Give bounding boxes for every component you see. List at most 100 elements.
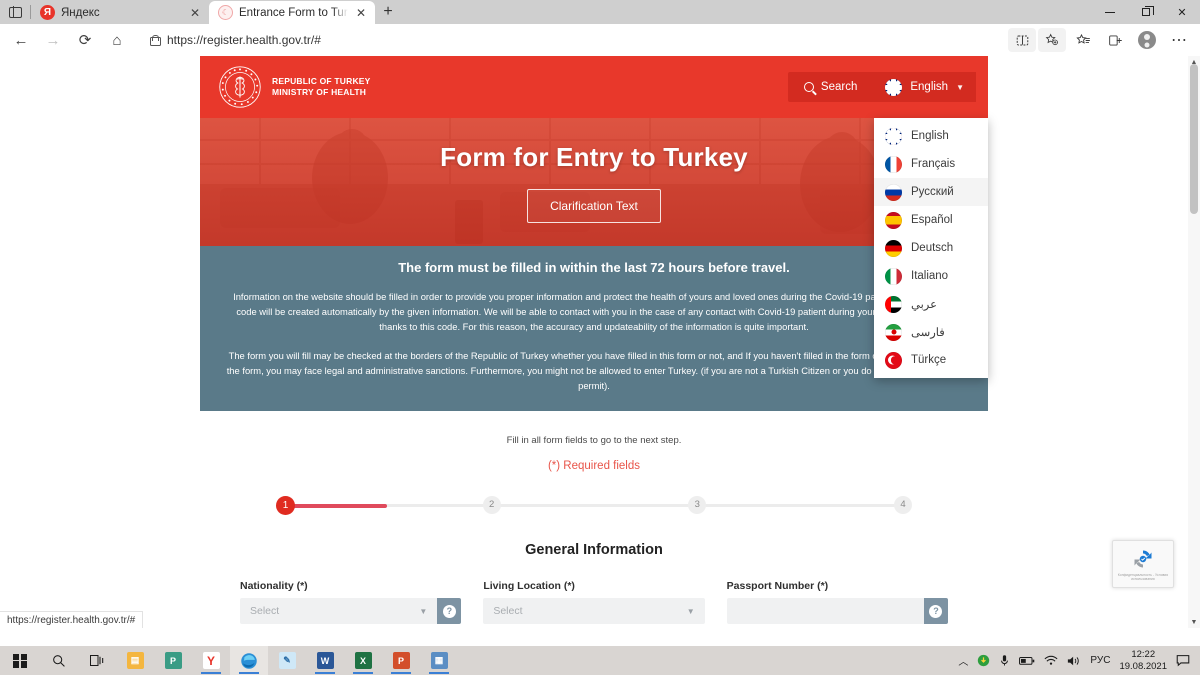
collections-icon[interactable] xyxy=(1100,26,1130,54)
uk-flag-icon xyxy=(885,78,903,96)
taskbar-search-icon[interactable] xyxy=(40,646,78,675)
info-paragraph-2: The form you will fill may be checked at… xyxy=(226,349,962,392)
profile-avatar-icon[interactable] xyxy=(1132,26,1162,54)
browser-tab-entrance-form[interactable]: ☾ Entrance Form to Turkey - Sağlık ✕ xyxy=(209,1,375,24)
taskbar-yandex-browser[interactable]: Y xyxy=(192,646,230,675)
site-logo[interactable]: REPUBLIC OF TURKEY MINISTRY OF HEALTH xyxy=(218,65,371,109)
tab-actions-icon[interactable] xyxy=(0,0,30,24)
new-tab-button[interactable]: + xyxy=(375,0,401,24)
language-option-deutsch[interactable]: Deutsch xyxy=(874,234,988,262)
taskbar-paint[interactable]: ✎ xyxy=(268,646,306,675)
field-passport-number: Passport Number (*) ? xyxy=(726,580,948,625)
favorites-icon[interactable] xyxy=(1068,26,1098,54)
passport-help-button[interactable]: ? xyxy=(923,598,948,625)
language-option-label: Italiano xyxy=(911,270,949,282)
update-icon[interactable] xyxy=(977,654,990,667)
search-label: Search xyxy=(820,81,858,93)
search-icon xyxy=(803,82,814,92)
passport-number-input[interactable] xyxy=(726,598,924,625)
living-location-select[interactable]: Select ▼ xyxy=(483,598,705,625)
step-3[interactable]: 3 xyxy=(688,495,707,514)
taskbar-clock[interactable]: 12:22 19.08.2021 xyxy=(1119,649,1167,673)
reload-icon[interactable]: ⟳ xyxy=(70,26,100,54)
step-2[interactable]: 2 xyxy=(482,495,501,514)
language-option-turkce[interactable]: Türkçe xyxy=(874,346,988,374)
battery-icon[interactable] xyxy=(1019,656,1035,666)
page-title: Form for Entry to Turkey xyxy=(440,141,748,172)
taskbar-powerpoint[interactable]: P xyxy=(382,646,420,675)
iran-flag-icon xyxy=(885,323,902,341)
required-fields-note: (*) Required fields xyxy=(547,460,641,473)
task-view-icon[interactable] xyxy=(78,646,116,675)
field-label: Passport Number (*) xyxy=(726,580,829,593)
language-option-francais[interactable]: Français xyxy=(874,150,988,178)
scrollbar-thumb[interactable] xyxy=(1190,64,1198,214)
split-screen-icon[interactable] xyxy=(1008,28,1036,52)
language-option-label: فارسی xyxy=(911,327,945,339)
language-option-farsi[interactable]: فارسی xyxy=(874,318,988,346)
search-button[interactable]: Search xyxy=(787,72,874,102)
select-placeholder: Select xyxy=(493,605,523,618)
browser-toolbar-icons: ⋯ xyxy=(1008,26,1194,54)
step-1[interactable]: 1 xyxy=(276,495,295,515)
forward-arrow-icon[interactable]: → xyxy=(38,26,68,54)
form-stepper: 1 2 3 4 xyxy=(276,494,912,516)
site-header: REPUBLIC OF TURKEY MINISTRY OF HEALTH Se… xyxy=(200,56,988,378)
taskbar-word[interactable]: W xyxy=(306,646,344,675)
window-controls: ✕ xyxy=(1092,0,1200,24)
browser-tab-yandex[interactable]: Я Яндекс ✕ xyxy=(31,1,209,24)
nationality-select[interactable]: Select ▼ xyxy=(240,598,438,625)
notifications-icon[interactable] xyxy=(1176,654,1190,667)
close-button[interactable]: ✕ xyxy=(1164,0,1200,24)
turkey-flag-icon xyxy=(885,351,902,369)
taskbar-powerpoint-teal[interactable]: P xyxy=(154,646,192,675)
language-option-arabic[interactable]: عربي xyxy=(874,290,988,318)
hero-banner: Form for Entry to Turkey Clarification T… xyxy=(200,118,988,246)
system-tray: ︿ РУС 12:22 19.08.2021 xyxy=(958,649,1200,673)
taskbar-calculator[interactable]: ▦ xyxy=(420,646,458,675)
address-bar[interactable]: https://register.health.gov.tr/# xyxy=(140,28,1000,52)
chevron-down-icon: ▼ xyxy=(956,82,964,92)
wifi-icon[interactable] xyxy=(1044,655,1058,666)
volume-icon[interactable] xyxy=(1067,655,1081,667)
back-arrow-icon[interactable]: ← xyxy=(6,26,36,54)
brand-text: REPUBLIC OF TURKEY MINISTRY OF HEALTH xyxy=(272,76,371,99)
nationality-help-button[interactable]: ? xyxy=(437,598,462,625)
step-4[interactable]: 4 xyxy=(893,495,912,514)
recaptcha-badge[interactable]: Конфиденциальность - Условия использован… xyxy=(1112,540,1174,588)
brand-line-1: REPUBLIC OF TURKEY xyxy=(272,75,371,86)
language-option-label: English xyxy=(911,130,949,142)
restore-button[interactable] xyxy=(1128,0,1164,24)
taskbar-microsoft-edge[interactable] xyxy=(230,646,268,675)
taskbar-file-explorer[interactable]: ▤ xyxy=(116,646,154,675)
field-living-location: Living Location (*) Select ▼ xyxy=(483,580,705,625)
add-favorite-icon[interactable] xyxy=(1038,28,1066,52)
france-flag-icon xyxy=(885,155,902,173)
scroll-down-arrow-icon[interactable]: ▼ xyxy=(1188,616,1200,628)
language-option-espanol[interactable]: Español xyxy=(874,206,988,234)
chevron-down-icon: ▼ xyxy=(419,606,428,616)
spain-flag-icon xyxy=(885,211,902,229)
close-tab-icon[interactable]: ✕ xyxy=(354,6,368,20)
clock-time: 12:22 xyxy=(1131,648,1156,660)
windows-taskbar: ▤ P Y ✎ W X P ▦ ︿ РУС 12:22 19.08.2021 xyxy=(0,646,1200,675)
language-dropdown-menu[interactable]: English Français Русский Español Deutsch… xyxy=(874,118,988,378)
tray-language[interactable]: РУС xyxy=(1090,655,1110,666)
language-option-russian[interactable]: Русский xyxy=(874,178,988,206)
close-tab-icon[interactable]: ✕ xyxy=(188,6,202,20)
language-option-english[interactable]: English xyxy=(874,122,988,150)
more-options-icon[interactable]: ⋯ xyxy=(1164,26,1194,54)
minimize-button[interactable] xyxy=(1092,0,1128,24)
info-panel: The form must be filled in within the la… xyxy=(200,246,988,412)
section-title: General Information xyxy=(525,542,663,559)
microphone-icon[interactable] xyxy=(999,654,1010,667)
windows-start-icon[interactable] xyxy=(0,653,40,668)
page-scrollbar[interactable]: ▲ ▼ xyxy=(1188,56,1200,628)
taskbar-excel[interactable]: X xyxy=(344,646,382,675)
language-option-italiano[interactable]: Italiano xyxy=(874,262,988,290)
show-hidden-icons[interactable]: ︿ xyxy=(958,653,968,668)
recaptcha-text: Конфиденциальность - Условия использован… xyxy=(1117,573,1169,581)
language-selector-button[interactable]: English ▼ xyxy=(873,72,976,102)
clarification-text-button[interactable]: Clarification Text xyxy=(527,188,661,223)
home-icon[interactable]: ⌂ xyxy=(102,26,132,54)
